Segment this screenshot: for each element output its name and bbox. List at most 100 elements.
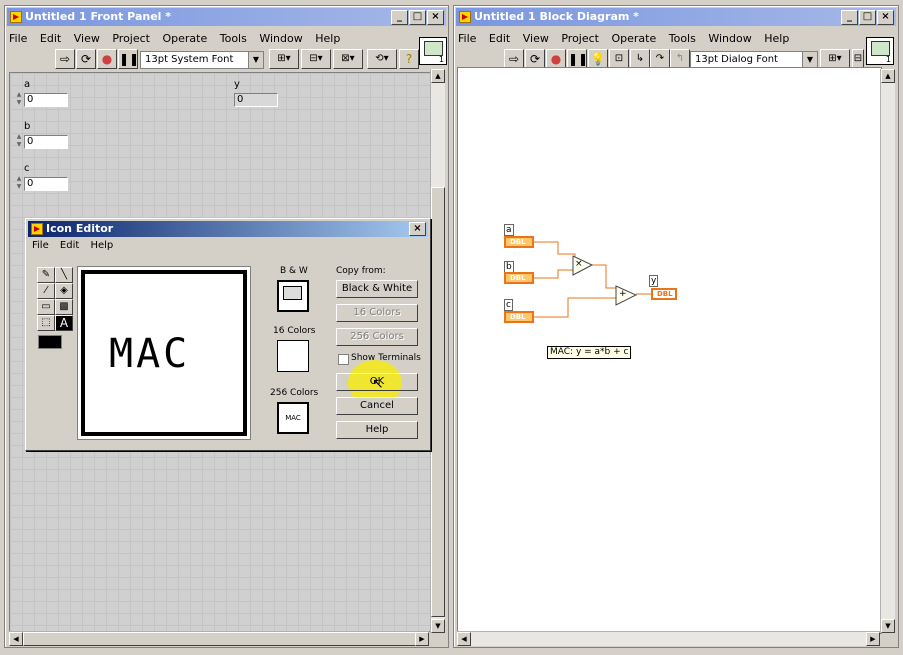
- pause-icon[interactable]: ❚❚: [567, 49, 588, 69]
- control-a-input[interactable]: 0: [24, 93, 68, 107]
- pause-icon[interactable]: ❚❚: [118, 49, 139, 69]
- context-help-icon[interactable]: ?: [399, 49, 419, 69]
- scroll-right-icon[interactable]: ▶: [415, 632, 429, 646]
- control-c-increment[interactable]: ▲ ▼: [15, 175, 23, 191]
- close-button[interactable]: ×: [427, 10, 444, 25]
- terminal-c[interactable]: DBL: [504, 311, 534, 323]
- filled-rectangle-tool-icon[interactable]: ▩: [55, 299, 73, 315]
- dropper-tool-icon[interactable]: ⁄: [37, 283, 55, 299]
- maximize-button[interactable]: □: [859, 10, 876, 25]
- front-panel-horizontal-scrollbar[interactable]: ◀ ▶: [9, 631, 429, 646]
- control-b-increment[interactable]: ▲ ▼: [15, 133, 23, 149]
- block-diagram-horizontal-scrollbar[interactable]: ◀ ▶: [457, 631, 880, 646]
- menu-project[interactable]: Project: [561, 32, 599, 45]
- copy-256-colors-button[interactable]: 256 Colors: [336, 328, 418, 346]
- fill-tool-icon[interactable]: ◈: [55, 283, 73, 299]
- scroll-left-icon[interactable]: ◀: [457, 632, 471, 646]
- menu-project[interactable]: Project: [112, 32, 150, 45]
- menu-edit[interactable]: Edit: [60, 240, 79, 251]
- menu-edit[interactable]: Edit: [40, 32, 61, 45]
- icon-drawing-canvas[interactable]: MAC: [77, 266, 251, 440]
- icon-editor-titlebar[interactable]: Icon Editor ×: [28, 221, 428, 237]
- block-diagram-vertical-scrollbar[interactable]: ▲ ▼: [880, 69, 895, 633]
- terminal-b[interactable]: DBL: [504, 272, 534, 284]
- menu-help[interactable]: Help: [315, 32, 340, 45]
- scroll-down-icon[interactable]: ▼: [881, 619, 895, 633]
- menu-help[interactable]: Help: [764, 32, 789, 45]
- align-objects-icon[interactable]: ⊞▾: [269, 49, 299, 69]
- distribute-objects-icon[interactable]: ⊟: [852, 49, 864, 69]
- close-button[interactable]: ×: [877, 10, 894, 25]
- run-continuously-icon[interactable]: ⟳: [76, 49, 96, 69]
- pencil-tool-icon[interactable]: ✎: [37, 267, 55, 283]
- scroll-thumb[interactable]: [431, 187, 445, 617]
- menu-window[interactable]: Window: [708, 32, 751, 45]
- maximize-button[interactable]: □: [409, 10, 426, 25]
- step-out-icon[interactable]: ↰: [670, 49, 690, 69]
- foreground-color-swatch[interactable]: [38, 335, 62, 349]
- menu-operate[interactable]: Operate: [162, 32, 207, 45]
- run-arrow-icon[interactable]: ⇨: [55, 49, 75, 69]
- resize-objects-icon[interactable]: ⊠▾: [333, 49, 363, 69]
- retain-wire-values-icon[interactable]: ⊡: [609, 49, 629, 69]
- scroll-left-icon[interactable]: ◀: [9, 632, 23, 646]
- block-diagram-canvas[interactable]: a DBL b DBL c DBL × + y DBL MAC: y = a*b…: [457, 67, 882, 634]
- step-into-icon[interactable]: ↳: [630, 49, 650, 69]
- diagram-comment[interactable]: MAC: y = a*b + c: [547, 346, 632, 359]
- menu-file[interactable]: File: [9, 32, 27, 45]
- distribute-objects-icon[interactable]: ⊟▾: [301, 49, 331, 69]
- hscroll-thumb[interactable]: [23, 632, 417, 646]
- colors256-icon-preview[interactable]: MAC: [277, 402, 309, 434]
- help-button[interactable]: Help: [336, 421, 418, 439]
- copy-black-white-button[interactable]: Black & White: [336, 280, 418, 298]
- vi-icon-tile[interactable]: 1: [866, 37, 894, 65]
- show-terminals-checkbox[interactable]: [338, 354, 349, 365]
- abort-icon[interactable]: ●: [97, 49, 117, 69]
- control-c-input[interactable]: 0: [24, 177, 68, 191]
- menu-window[interactable]: Window: [259, 32, 302, 45]
- scroll-up-icon[interactable]: ▲: [881, 69, 895, 83]
- scroll-up-icon[interactable]: ▲: [431, 69, 445, 83]
- bw-icon-preview[interactable]: [277, 280, 309, 312]
- control-c-label: c: [24, 163, 30, 174]
- colors16-label: 16 Colors: [273, 326, 316, 336]
- copy-16-colors-button[interactable]: 16 Colors: [336, 304, 418, 322]
- connector-number: 1: [885, 55, 891, 64]
- scroll-down-icon[interactable]: ▼: [431, 619, 445, 633]
- menu-help[interactable]: Help: [90, 240, 113, 251]
- menu-tools[interactable]: Tools: [669, 32, 696, 45]
- menu-file[interactable]: File: [458, 32, 476, 45]
- vi-icon-tile[interactable]: 1: [419, 37, 447, 65]
- highlight-execution-icon[interactable]: 💡: [588, 49, 608, 69]
- menu-operate[interactable]: Operate: [611, 32, 656, 45]
- menu-edit[interactable]: Edit: [489, 32, 510, 45]
- front-panel-titlebar[interactable]: Untitled 1 Front Panel * _ □ ×: [7, 8, 446, 26]
- cancel-button[interactable]: Cancel: [336, 397, 418, 415]
- block-diagram-titlebar[interactable]: Untitled 1 Block Diagram * _ □ ×: [456, 8, 896, 26]
- colors16-icon-preview[interactable]: [277, 340, 309, 372]
- close-button[interactable]: ×: [409, 222, 426, 236]
- minimize-button[interactable]: _: [391, 10, 408, 25]
- terminal-y[interactable]: DBL: [651, 288, 677, 300]
- text-tool-icon[interactable]: A: [55, 315, 73, 331]
- align-objects-icon[interactable]: ⊞▾: [820, 49, 850, 69]
- font-selector[interactable]: 13pt System Font ▼: [140, 51, 264, 69]
- control-a-increment[interactable]: ▲ ▼: [15, 91, 23, 107]
- line-tool-icon[interactable]: ╲: [55, 267, 73, 283]
- rectangle-tool-icon[interactable]: ▭: [37, 299, 55, 315]
- front-panel-vertical-scrollbar[interactable]: ▲ ▼: [430, 69, 445, 633]
- select-tool-icon[interactable]: ⬚: [37, 315, 55, 331]
- menu-view[interactable]: View: [74, 32, 100, 45]
- control-b-input[interactable]: 0: [24, 135, 68, 149]
- step-over-icon[interactable]: ↷: [650, 49, 670, 69]
- run-continuously-icon[interactable]: ⟳: [525, 49, 545, 69]
- minimize-button[interactable]: _: [841, 10, 858, 25]
- abort-icon[interactable]: ●: [546, 49, 566, 69]
- scroll-right-icon[interactable]: ▶: [866, 632, 880, 646]
- menu-tools[interactable]: Tools: [220, 32, 247, 45]
- terminal-a[interactable]: DBL: [504, 236, 534, 248]
- run-arrow-icon[interactable]: ⇨: [504, 49, 524, 69]
- menu-view[interactable]: View: [523, 32, 549, 45]
- menu-file[interactable]: File: [32, 240, 49, 251]
- reorder-icon[interactable]: ⟲▾: [367, 49, 397, 69]
